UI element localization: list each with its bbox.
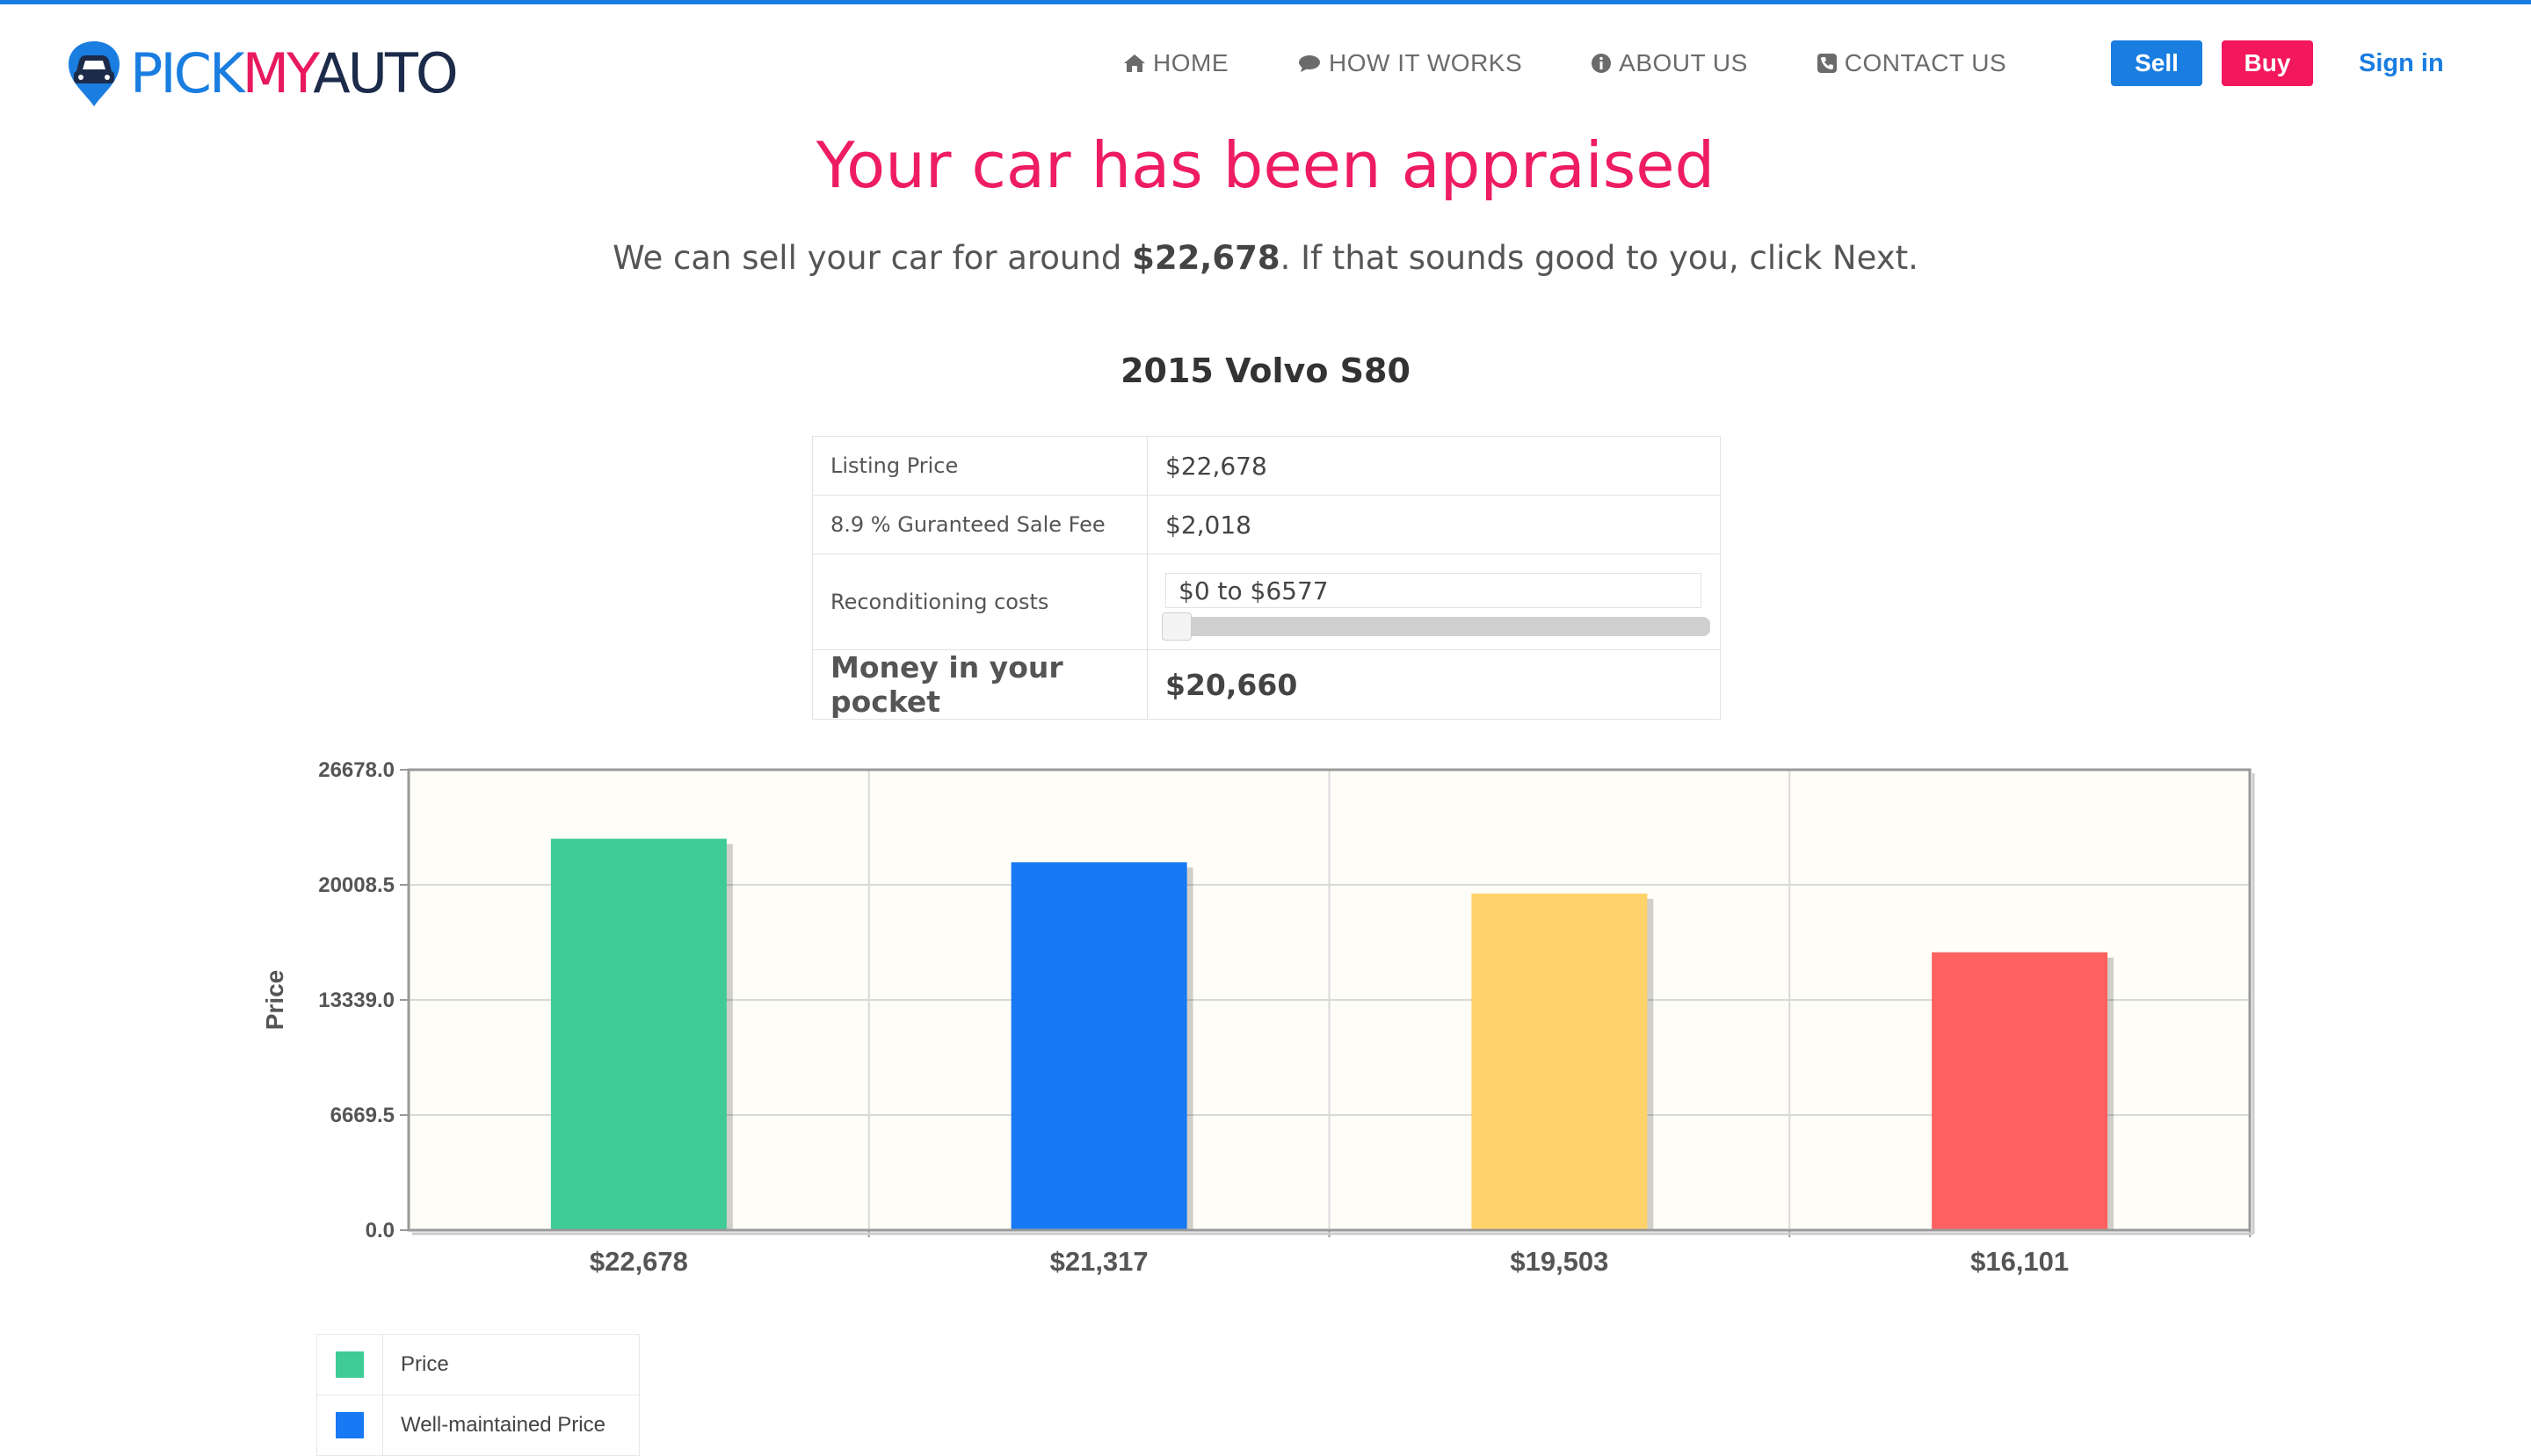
y-tick-label: 0.0 — [366, 1219, 395, 1242]
pricing-table: Listing Price $22,678 8.9 % Guranteed Sa… — [812, 436, 1721, 720]
legend-row: Well-maintained Price — [316, 1394, 640, 1456]
sale-fee-value: $2,018 — [1147, 495, 1721, 554]
money-in-pocket-value: $20,660 — [1147, 649, 1721, 720]
summary-suffix: . If that sounds good to you, click Next… — [1280, 239, 1918, 277]
listing-price-value: $22,678 — [1147, 436, 1721, 496]
logo-wordmark: PICKMYAUTO — [130, 41, 459, 105]
main-nav: HOME HOW IT WORKS ABOUT US CONTACT US — [1123, 49, 2075, 77]
y-tick-label: 20008.5 — [318, 873, 395, 897]
table-row: Listing Price $22,678 — [812, 436, 1721, 496]
appraisal-summary: We can sell your car for around $22,678.… — [0, 239, 2531, 277]
buy-button[interactable]: Buy — [2222, 40, 2313, 86]
legend-label: Well-maintained Price — [382, 1394, 640, 1456]
nav-how-it-works[interactable]: HOW IT WORKS — [1297, 49, 1522, 77]
table-row: Money in your pocket $20,660 — [812, 649, 1721, 720]
home-icon — [1124, 54, 1145, 72]
money-in-pocket-label: Money in your pocket — [812, 649, 1148, 720]
y-tick-label: 13339.0 — [318, 989, 395, 1012]
reconditioning-cell: $0 to $6577 — [1147, 554, 1721, 650]
x-tick-label: $22,678 — [590, 1246, 688, 1277]
y-tick-label: 6669.5 — [330, 1104, 395, 1127]
reconditioning-label: Reconditioning costs — [812, 554, 1148, 650]
phone-icon — [1817, 54, 1837, 73]
car-pin-icon — [67, 40, 121, 108]
legend-swatch-well-maintained — [336, 1412, 364, 1438]
nav-home-label: HOME — [1153, 49, 1229, 76]
y-axis-label: Price — [261, 970, 288, 1031]
x-tick-label: $16,101 — [1970, 1246, 2069, 1277]
comment-icon — [1299, 55, 1320, 72]
x-tick-label: $21,317 — [1050, 1246, 1149, 1277]
sale-fee-label: 8.9 % Guranteed Sale Fee — [812, 495, 1148, 554]
nav-how-it-works-label: HOW IT WORKS — [1329, 49, 1523, 76]
sell-button[interactable]: Sell — [2111, 40, 2202, 86]
table-row: 8.9 % Guranteed Sale Fee $2,018 — [812, 495, 1721, 554]
reconditioning-range-field[interactable]: $0 to $6577 — [1165, 573, 1701, 608]
bar — [1471, 893, 1648, 1230]
car-title: 2015 Volvo S80 — [1120, 351, 1411, 390]
legend-swatch-price — [336, 1351, 364, 1378]
price-bar-chart: 0.0 6669.5 13339.0 20008.5 26678.0 $22,678 $21… — [261, 758, 2255, 1277]
page-title: Your car has been appraised — [816, 128, 1715, 202]
summary-amount: $22,678 — [1132, 239, 1280, 277]
bar — [550, 838, 727, 1230]
chart-legend: Price Well-maintained Price — [316, 1334, 640, 1456]
bar — [1932, 952, 2108, 1230]
nav-about-us[interactable]: ABOUT US — [1591, 49, 1748, 77]
nav-contact-us-label: CONTACT US — [1844, 49, 2007, 76]
slider-handle[interactable] — [1162, 612, 1192, 641]
nav-about-us-label: ABOUT US — [1619, 49, 1748, 76]
info-icon — [1592, 54, 1612, 73]
nav-contact-us[interactable]: CONTACT US — [1817, 49, 2006, 77]
reconditioning-slider[interactable] — [1162, 612, 1710, 641]
summary-prefix: We can sell your car for around — [613, 239, 1133, 277]
legend-row: Price — [316, 1334, 640, 1395]
legend-label: Price — [382, 1334, 640, 1395]
top-accent-line — [0, 0, 2531, 4]
brand-logo[interactable]: PICKMYAUTO — [67, 39, 459, 109]
x-tick-label: $19,503 — [1510, 1246, 1608, 1277]
table-row: Reconditioning costs $0 to $6577 — [812, 554, 1721, 650]
nav-home[interactable]: HOME — [1123, 49, 1229, 77]
listing-price-label: Listing Price — [812, 436, 1148, 496]
bar — [1011, 862, 1187, 1230]
y-tick-label: 26678.0 — [318, 758, 395, 782]
sign-in-link[interactable]: Sign in — [2359, 49, 2444, 78]
